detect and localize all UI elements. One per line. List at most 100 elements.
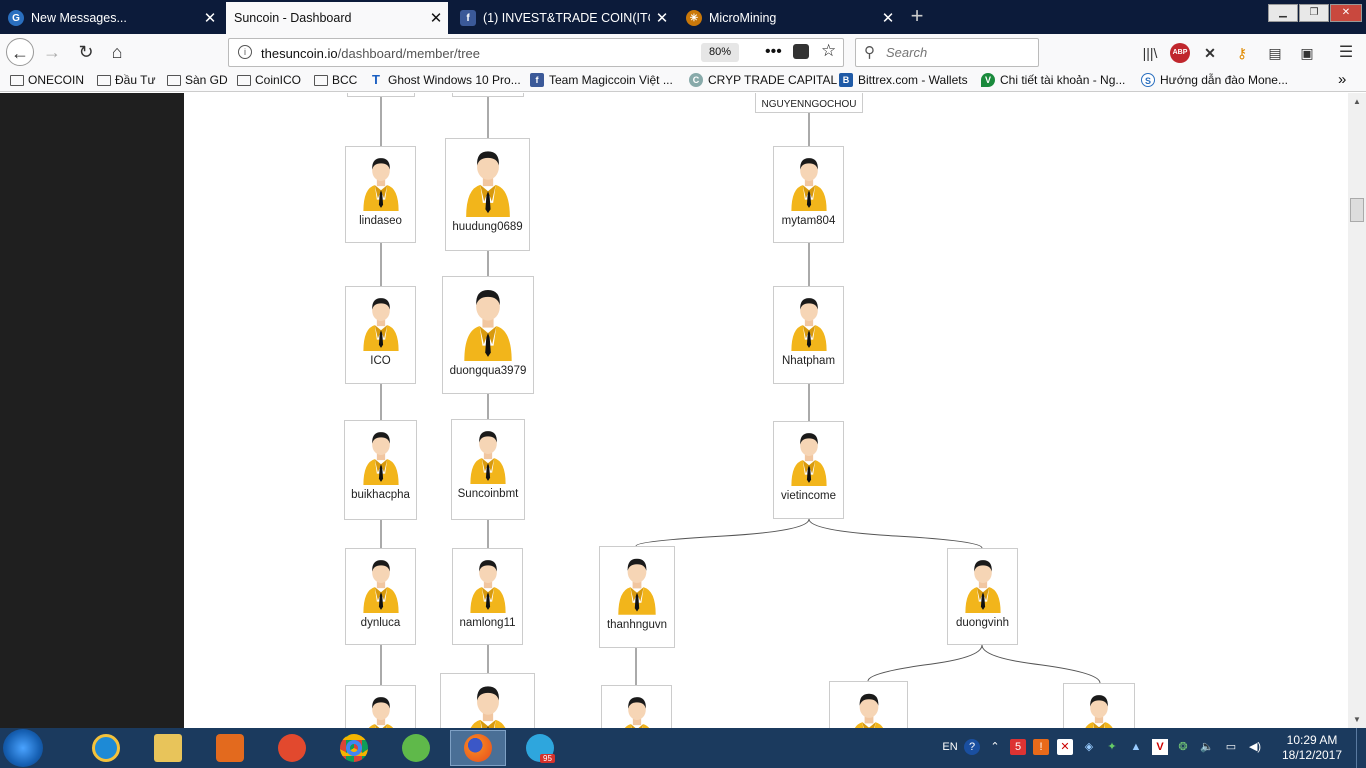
- vertical-scrollbar[interactable]: ▲ ▼: [1348, 93, 1366, 728]
- tree-node-suncoinbmt[interactable]: Suncoinbmt: [451, 419, 525, 520]
- bookmark-dau-tu[interactable]: Đầu Tư: [97, 73, 156, 87]
- tree-node-thanhnguvn[interactable]: thanhnguvn: [599, 546, 675, 648]
- window-close-button[interactable]: ✕: [1330, 4, 1362, 22]
- messages-icon: G: [8, 10, 24, 26]
- close-icon[interactable]: ✕: [198, 9, 222, 27]
- tree-node-partial[interactable]: [601, 685, 672, 728]
- triangle-icon[interactable]: ▲: [1128, 739, 1144, 755]
- key-icon[interactable]: ⚷: [1232, 43, 1252, 63]
- windows-taskbar: 95 EN ? ⌃ 5 ! ✕ ◈ ✦ ▲ V ❂ 🔈 ▭ ◀) 10:29 A…: [0, 728, 1366, 768]
- scroll-down-icon[interactable]: ▼: [1348, 711, 1366, 728]
- adblock-icon[interactable]: ABP: [1170, 43, 1190, 63]
- menu-icon[interactable]: ☰: [1336, 43, 1356, 63]
- network-icon[interactable]: ✦: [1104, 739, 1120, 755]
- firefox-icon: [464, 734, 492, 762]
- close-icon[interactable]: ✕: [876, 9, 900, 27]
- media-player-icon: [216, 734, 244, 762]
- close-icon[interactable]: ✕: [424, 9, 448, 27]
- antivirus-icon[interactable]: V: [1152, 739, 1168, 755]
- home-button[interactable]: ⌂: [103, 38, 131, 66]
- tray-app-icon[interactable]: ❂: [1175, 739, 1191, 755]
- facebook-icon: f: [460, 10, 476, 26]
- display-icon[interactable]: ▭: [1223, 739, 1239, 755]
- x-extension-icon[interactable]: ✕: [1200, 43, 1220, 63]
- taskbar-telegram[interactable]: 95: [512, 730, 568, 766]
- minimize-button[interactable]: ▁: [1268, 4, 1298, 22]
- speaker-icon[interactable]: 🔈: [1199, 739, 1215, 755]
- help-icon[interactable]: ?: [964, 739, 980, 755]
- tree-node-partial[interactable]: [345, 685, 416, 728]
- bookmark-ghost-windows[interactable]: T Ghost Windows 10 Pro...: [369, 73, 521, 88]
- library-icon[interactable]: |||\: [1140, 43, 1160, 63]
- show-desktop-button[interactable]: [1356, 728, 1366, 768]
- pocket-icon[interactable]: [793, 44, 809, 59]
- taskbar-coccoc[interactable]: [388, 730, 444, 766]
- tab-invest-trade-coin[interactable]: f (1) INVEST&TRADE COIN(ITC... ✕: [452, 2, 674, 34]
- bookmark-bcc[interactable]: BCC: [314, 73, 357, 87]
- page-actions-icon[interactable]: •••: [765, 43, 782, 61]
- tab-micromining[interactable]: ✳ MicroMining ✕: [678, 2, 900, 34]
- taskbar-firefox[interactable]: [450, 730, 506, 766]
- tree-node-vietincome[interactable]: vietincome: [773, 421, 844, 519]
- bookmark-chi-tiet-tai-khoan[interactable]: V Chi tiết tài khoản - Ng...: [981, 73, 1125, 87]
- language-indicator[interactable]: EN: [940, 739, 960, 755]
- bookmark-star-icon[interactable]: ☆: [821, 41, 836, 61]
- taskbar-opera[interactable]: [264, 730, 320, 766]
- new-tab-button[interactable]: +: [904, 4, 930, 30]
- volume-icon[interactable]: ◀): [1247, 739, 1263, 755]
- bookmark-san-gd[interactable]: Sàn GD: [167, 73, 228, 87]
- tray-app-icon[interactable]: ✕: [1057, 739, 1073, 755]
- tree-node-buikhacpha[interactable]: buikhacpha: [344, 420, 417, 520]
- bookmark-huong-dan-dao[interactable]: S Hướng dẫn đào Mone...: [1141, 73, 1288, 87]
- tree-node-namlong11[interactable]: namlong11: [452, 548, 523, 645]
- tray-app-icon[interactable]: !: [1033, 739, 1049, 755]
- zoom-level[interactable]: 80%: [701, 43, 739, 62]
- forward-button[interactable]: →: [38, 38, 66, 66]
- system-clock[interactable]: 10:29 AM 18/12/2017: [1272, 733, 1352, 763]
- search-input[interactable]: [886, 45, 1034, 60]
- member-avatar-icon: [362, 560, 399, 613]
- tree-node-lindaseo[interactable]: lindaseo: [345, 146, 416, 243]
- bookmark-coinico[interactable]: CoinICO: [237, 73, 301, 87]
- taskbar-chrome[interactable]: [326, 730, 382, 766]
- taskbar-internet-explorer[interactable]: [78, 730, 134, 766]
- maximize-button[interactable]: ❐: [1299, 4, 1329, 22]
- tab-suncoin-dashboard[interactable]: Suncoin - Dashboard ✕: [226, 2, 448, 34]
- close-icon[interactable]: ✕: [650, 9, 674, 27]
- tray-app-icon[interactable]: 5: [1010, 739, 1026, 755]
- info-icon[interactable]: i: [238, 45, 252, 59]
- tree-node-huudung0689[interactable]: huudung0689: [445, 138, 530, 251]
- tree-node-partial[interactable]: NGUYENNGOCHOU: [755, 93, 863, 113]
- scrollbar-thumb[interactable]: [1350, 198, 1364, 222]
- taskbar-file-explorer[interactable]: [140, 730, 196, 766]
- url-bar[interactable]: i thesuncoin.io/dashboard/member/tree 80…: [228, 38, 844, 67]
- tree-node-mytam804[interactable]: mytam804: [773, 146, 844, 243]
- bookmark-onecoin[interactable]: ONECOIN: [10, 73, 84, 87]
- tab-new-messages[interactable]: G New Messages... ✕: [0, 2, 222, 34]
- tray-overflow-icon[interactable]: ⌃: [987, 739, 1003, 755]
- bookmarks-overflow-icon[interactable]: »: [1338, 71, 1346, 88]
- tree-node-dynluca[interactable]: dynluca: [345, 548, 416, 645]
- start-button[interactable]: [3, 729, 43, 767]
- tree-node-partial[interactable]: [1063, 683, 1135, 728]
- tree-node-partial[interactable]: [347, 93, 415, 97]
- scroll-up-icon[interactable]: ▲: [1348, 93, 1366, 110]
- member-avatar-icon: [790, 158, 827, 211]
- reload-button[interactable]: ↻: [72, 38, 100, 66]
- shield-icon[interactable]: ◈: [1081, 739, 1097, 755]
- tree-node-partial[interactable]: [452, 93, 524, 97]
- screenshot-icon[interactable]: ▣: [1297, 43, 1317, 63]
- tree-node-duongvinh[interactable]: duongvinh: [947, 548, 1018, 645]
- bookmark-bittrex[interactable]: B Bittrex.com - Wallets: [839, 73, 968, 87]
- tree-node-partial[interactable]: [440, 673, 535, 728]
- bookmark-team-magiccoin[interactable]: f Team Magiccoin Việt ...: [530, 73, 673, 87]
- taskbar-media-player[interactable]: [202, 730, 258, 766]
- tree-node-partial[interactable]: [829, 681, 908, 728]
- bookmark-cryp-trade[interactable]: C CRYP TRADE CAPITAL: [689, 73, 837, 87]
- search-bar[interactable]: ⚲: [855, 38, 1039, 67]
- back-button[interactable]: ←: [6, 38, 34, 66]
- tree-node-nhatpham[interactable]: Nhatpham: [773, 286, 844, 384]
- sidebar-toggle-icon[interactable]: ▤: [1265, 43, 1285, 63]
- tree-node-duongqua3979[interactable]: duongqua3979: [442, 276, 534, 394]
- tree-node-ico[interactable]: ICO: [345, 286, 416, 384]
